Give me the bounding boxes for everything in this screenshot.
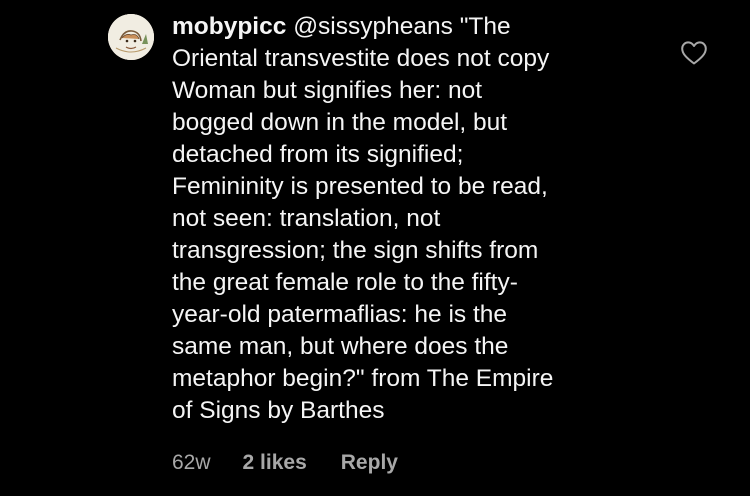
- comment: mobypicc @sissypheans "The Oriental tran…: [0, 0, 750, 496]
- reply-button[interactable]: Reply: [341, 451, 398, 475]
- avatar[interactable]: [108, 14, 154, 60]
- like-button[interactable]: [680, 40, 708, 66]
- comment-body: mobypicc @sissypheans "The Oriental tran…: [172, 11, 652, 427]
- avatar-drawing-icon: [108, 14, 154, 60]
- comment-meta: 62w 2 likes Reply: [172, 448, 398, 478]
- comment-age: 62w: [172, 451, 211, 474]
- comment-username[interactable]: mobypicc: [172, 13, 286, 40]
- likes-count-link[interactable]: 2 likes: [243, 451, 307, 475]
- comment-mention[interactable]: @sissypheans: [293, 13, 453, 40]
- heart-outline-icon: [681, 41, 707, 65]
- comment-text: "The Oriental transvestite does not copy…: [172, 13, 554, 424]
